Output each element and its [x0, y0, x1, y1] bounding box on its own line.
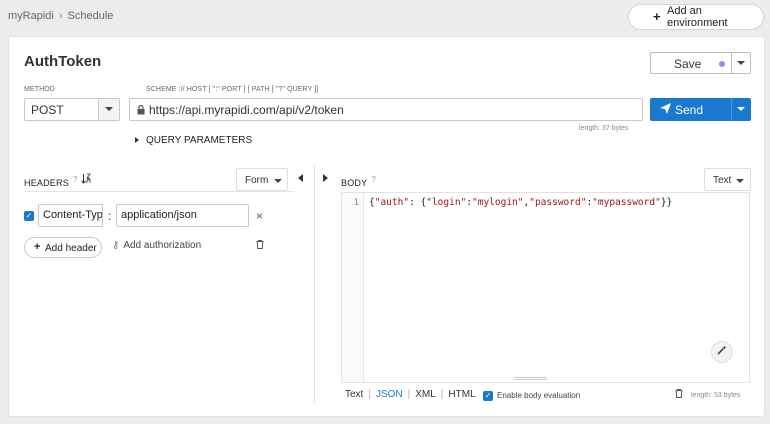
trash-icon[interactable]: [675, 389, 683, 401]
format-separator: |: [440, 389, 444, 400]
url-length: length: 37 bytes: [579, 125, 629, 132]
top-bar: myRapidi › Schedule + Add an environment: [0, 0, 770, 34]
format-separator: |: [407, 389, 411, 400]
format-tab-xml[interactable]: XML: [415, 389, 436, 400]
code-token: "mypassword": [592, 197, 661, 208]
code-token: "auth": [374, 197, 410, 208]
query-parameters-toggle[interactable]: QUERY PARAMETERS: [135, 135, 252, 146]
headers-mode-dropdown[interactable]: Form: [236, 168, 288, 191]
line-number: 1: [353, 198, 359, 208]
close-icon[interactable]: ×: [256, 209, 263, 223]
plus-icon: +: [34, 241, 41, 253]
chevron-down-icon: [737, 61, 745, 65]
chevron-right-icon: [135, 137, 139, 144]
chevron-down-icon: [274, 179, 282, 183]
key-icon: ⚷: [112, 240, 120, 251]
body-label: BODY: [341, 178, 368, 188]
url-input[interactable]: https://api.myrapidi.com/api/v2/token: [129, 98, 643, 121]
sort-icon[interactable]: [81, 173, 91, 186]
add-environment-label: Add an environment: [667, 5, 728, 29]
header-value-value: application/json: [121, 209, 197, 221]
collapse-right-icon[interactable]: [323, 174, 328, 182]
url-value: https://api.myrapidi.com/api/v2/token: [149, 103, 344, 117]
url-label: SCHEME :// HOST [ ":" PORT ] [ PATH [ "?…: [146, 86, 319, 93]
magic-wand-icon[interactable]: [711, 341, 733, 363]
headers-section-label: HEADERS?: [24, 175, 78, 188]
header-enabled-checkbox[interactable]: ✓: [24, 211, 34, 221]
body-evaluation-label: Enable body evaluation: [497, 391, 581, 400]
trash-icon[interactable]: [256, 240, 264, 252]
query-parameters-label: QUERY PARAMETERS: [146, 135, 253, 146]
request-panel: AuthToken Save METHOD SCHEME :// HOST [ …: [8, 36, 765, 417]
breadcrumb: myRapidi › Schedule: [8, 10, 113, 22]
headers-mode-label: Form: [245, 175, 269, 186]
body-editor[interactable]: 1 {"auth": {"login":"mylogin","password"…: [341, 192, 750, 383]
save-label: Save: [674, 57, 702, 71]
send-button[interactable]: Send: [650, 98, 732, 121]
send-options-button[interactable]: [731, 98, 751, 121]
send-label: Send: [675, 103, 704, 117]
body-code[interactable]: {"auth": {"login":"mylogin","password":"…: [369, 197, 672, 208]
method-dropdown-toggle[interactable]: [98, 99, 119, 120]
collapse-left-icon[interactable]: [298, 174, 303, 182]
body-format-tabs: Text | JSON | XML | HTML: [345, 389, 476, 400]
lock-icon: [137, 104, 145, 118]
code-token: }}: [660, 197, 673, 208]
format-separator: |: [368, 389, 371, 400]
format-tab-json[interactable]: JSON: [376, 389, 403, 400]
chevron-down-icon: [736, 179, 744, 183]
body-mode-dropdown[interactable]: Text: [704, 168, 751, 191]
breadcrumb-separator: ›: [58, 10, 63, 22]
plus-icon: +: [653, 9, 661, 24]
breadcrumb-root[interactable]: myRapidi: [8, 10, 54, 22]
code-token: "mylogin": [472, 197, 524, 208]
headers-divider: [24, 191, 294, 192]
chevron-down-icon: [105, 107, 113, 111]
add-environment-button[interactable]: + Add an environment: [628, 4, 764, 30]
headers-label: HEADERS: [24, 178, 69, 188]
help-icon[interactable]: ?: [73, 175, 78, 184]
save-options-button[interactable]: [731, 52, 751, 74]
add-header-button[interactable]: + Add header: [24, 237, 102, 258]
request-title[interactable]: AuthToken: [24, 53, 101, 70]
body-section-label: BODY?: [341, 175, 376, 188]
code-token: "login": [426, 197, 467, 208]
breadcrumb-current: Schedule: [67, 10, 114, 22]
header-name-value: Content-Type: [43, 209, 103, 221]
header-colon: :: [108, 209, 112, 223]
header-value-input[interactable]: application/json: [116, 204, 249, 227]
line-gutter: 1: [342, 193, 364, 382]
unsaved-dot-icon: [719, 61, 725, 67]
send-icon: [660, 103, 671, 117]
format-tab-html[interactable]: HTML: [448, 389, 475, 400]
chevron-down-icon: [737, 107, 745, 111]
body-evaluation-checkbox[interactable]: ✓: [483, 391, 493, 401]
body-mode-label: Text: [713, 175, 732, 186]
code-token: "password": [529, 197, 587, 208]
body-length: length: 53 bytes: [691, 392, 741, 399]
method-label: METHOD: [24, 86, 55, 93]
method-value: POST: [31, 103, 64, 117]
add-authorization-link[interactable]: ⚷ Add authorization: [112, 240, 201, 251]
editor-resize-handle[interactable]: [515, 377, 547, 380]
help-icon[interactable]: ?: [371, 175, 376, 184]
panel-divider[interactable]: [314, 165, 315, 403]
save-button[interactable]: Save: [650, 52, 732, 74]
add-header-label: Add header: [45, 243, 97, 254]
header-name-input[interactable]: Content-Type: [38, 204, 103, 227]
format-tab-text[interactable]: Text: [345, 389, 363, 400]
add-authorization-label: Add authorization: [123, 240, 202, 251]
method-select[interactable]: POST: [24, 98, 120, 121]
code-token: : {: [409, 197, 427, 208]
